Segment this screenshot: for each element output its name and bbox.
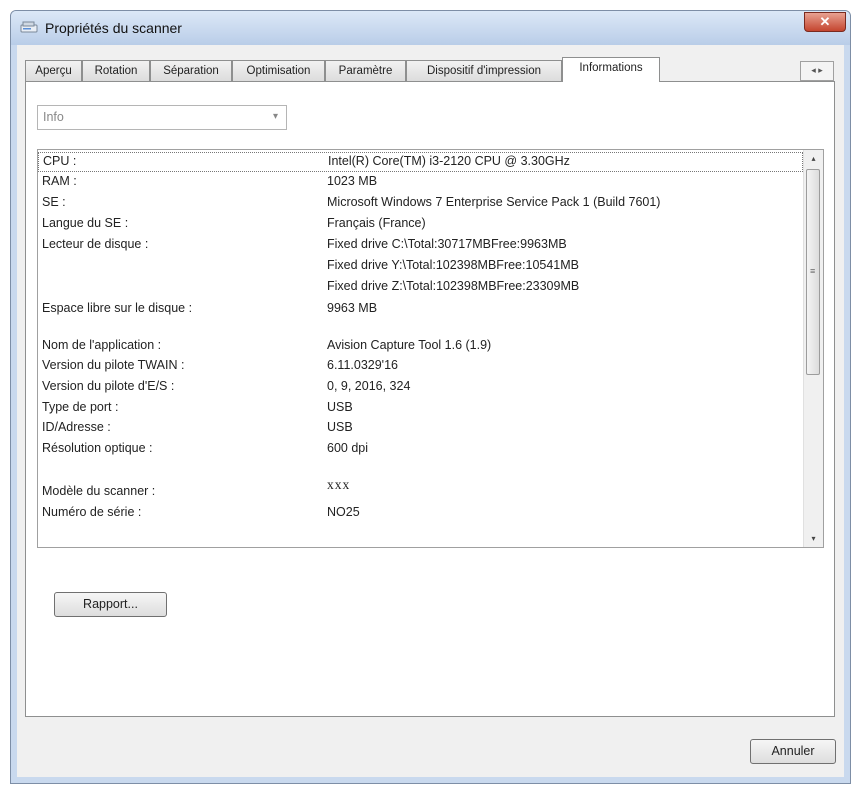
info-label: Langue du SE : [42,216,129,230]
info-label: SE : [42,195,66,209]
tab-parametre[interactable]: Paramètre [325,60,406,81]
info-label: Nom de l'application : [42,338,162,352]
list-item[interactable]: Version du pilote d'E/S : 0, 9, 2016, 32… [38,377,803,397]
info-label: Type de port : [42,400,119,414]
title-bar[interactable]: Propriétés du scanner ✕ [11,11,850,45]
grip-icon: ≡ [810,266,816,276]
dialog-client-area: Aperçu Rotation Séparation Optimisation … [17,45,844,777]
info-label: Lecteur de disque : [42,237,149,251]
scanner-icon [20,21,38,33]
informations-panel: Info ▾ CPU : Intel(R) Core(TM) i3-2120 C… [25,81,835,717]
list-item[interactable]: Type de port : USB [38,398,803,418]
report-button[interactable]: Rapport... [54,592,167,617]
list-item[interactable]: Version du pilote TWAIN : 6.11.0329'16 [38,356,803,376]
tab-rotation[interactable]: Rotation [82,60,150,81]
list-item[interactable]: Numéro de série : NO25 [38,503,803,523]
info-value: 0, 9, 2016, 324 [327,379,411,393]
close-icon: ✕ [819,14,831,29]
info-value: NO25 [327,505,360,519]
list-item[interactable]: Lecteur de disque : Fixed drive C:\Total… [38,235,803,255]
info-value: Fixed drive Z:\Total:102398MBFree:23309M… [327,279,580,293]
info-value: Avision Capture Tool 1.6 (1.9) [327,338,492,352]
cancel-button[interactable]: Annuler [750,739,836,764]
info-value: 1023 MB [327,174,378,188]
close-button[interactable]: ✕ [804,12,846,32]
list-item[interactable]: CPU : Intel(R) Core(TM) i3-2120 CPU @ 3.… [38,152,803,172]
info-label: CPU : [43,154,77,168]
scroll-left-icon[interactable]: ◂ [811,65,816,75]
list-item[interactable]: Espace libre sur le disque : 9963 MB [38,299,803,319]
info-value: USB [327,420,353,434]
list-item[interactable]: ID/Adresse : USB [38,418,803,438]
info-label: Version du pilote TWAIN : [42,358,185,372]
vertical-scrollbar[interactable]: ▴ ≡ ▾ [803,150,823,547]
tab-dispositif-impression[interactable]: Dispositif d'impression [406,60,562,81]
scroll-thumb[interactable]: ≡ [806,169,820,375]
info-value: Fixed drive Y:\Total:102398MBFree:10541M… [327,258,579,272]
window-title: Propriétés du scanner [45,20,182,36]
chevron-down-icon: ▾ [272,111,278,122]
list-item[interactable]: Fixed drive Z:\Total:102398MBFree:23309M… [38,277,803,297]
scanner-properties-window: Propriétés du scanner ✕ Aperçu Rotation … [10,10,851,784]
list-item[interactable]: Nom de l'application : Avision Capture T… [38,336,803,356]
info-label: Modèle du scanner : [42,484,156,498]
info-value: USB [327,400,353,414]
select-value: Info [43,110,64,124]
list-item[interactable]: Modèle du scanner : xxx [38,477,803,502]
info-value: Intel(R) Core(TM) i3-2120 CPU @ 3.30GHz [328,154,570,168]
list-item[interactable]: SE : Microsoft Windows 7 Enterprise Serv… [38,193,803,213]
info-list[interactable]: CPU : Intel(R) Core(TM) i3-2120 CPU @ 3.… [37,149,824,548]
info-label: Version du pilote d'E/S : [42,379,175,393]
info-label: ID/Adresse : [42,420,111,434]
list-item[interactable]: Langue du SE : Français (France) [38,214,803,234]
scroll-up-icon[interactable]: ▴ [804,150,823,167]
tab-apercu[interactable]: Aperçu [25,60,82,81]
info-value: Microsoft Windows 7 Enterprise Service P… [327,195,661,209]
info-label: RAM : [42,174,77,188]
list-item[interactable]: RAM : 1023 MB [38,172,803,192]
info-label: Espace libre sur le disque : [42,301,193,315]
tab-separation[interactable]: Séparation [150,60,232,81]
info-value: Français (France) [327,216,426,230]
list-item[interactable]: Fixed drive Y:\Total:102398MBFree:10541M… [38,256,803,276]
info-label: Numéro de série : [42,505,142,519]
info-value: 600 dpi [327,441,369,455]
info-value: xxx [327,477,351,492]
scroll-right-icon[interactable]: ▸ [818,65,823,75]
scroll-down-icon[interactable]: ▾ [804,530,823,547]
tab-optimisation[interactable]: Optimisation [232,60,325,81]
info-value: 6.11.0329'16 [327,358,398,372]
info-value: 9963 MB [327,301,378,315]
tab-scroll-buttons[interactable]: ◂ ▸ [800,61,834,81]
info-category-select[interactable]: Info ▾ [37,105,287,130]
info-value: Fixed drive C:\Total:30717MBFree:9963MB [327,237,567,251]
info-label: Résolution optique : [42,441,153,455]
tab-informations[interactable]: Informations [562,57,660,82]
list-item[interactable]: Résolution optique : 600 dpi [38,439,803,459]
